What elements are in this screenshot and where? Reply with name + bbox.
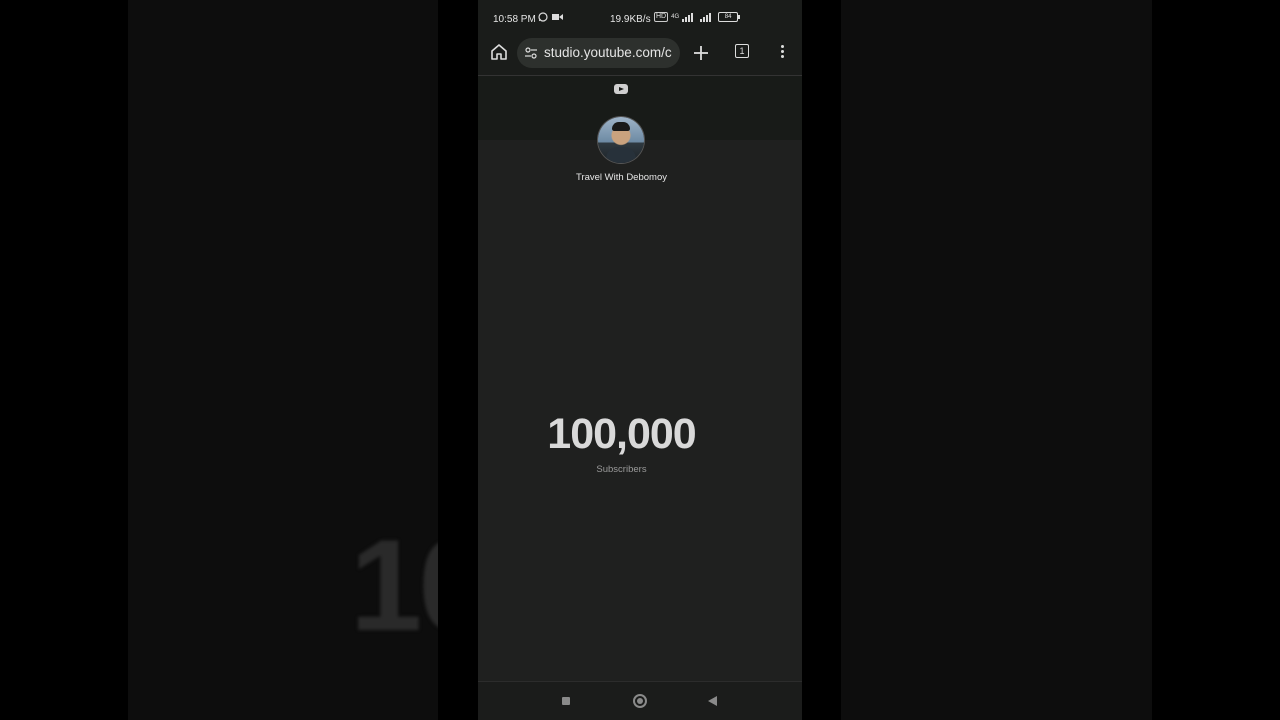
- volte-badge: HD: [654, 12, 669, 22]
- site-settings-icon[interactable]: [524, 46, 538, 60]
- status-bar: 10:58 PM 19.9KB/s HD 4G 84: [478, 0, 802, 36]
- youtube-icon: [614, 84, 628, 94]
- android-nav-bar: [478, 681, 802, 720]
- signal-icon-2: [700, 12, 712, 22]
- browser-toolbar: studio.youtube.com/c 1: [478, 36, 802, 76]
- battery-icon: 84: [718, 12, 741, 22]
- phone-screen: 10:58 PM 19.9KB/s HD 4G 84 studio.youtub…: [478, 0, 802, 720]
- status-time: 10:58 PM: [493, 14, 536, 25]
- tab-switcher-button[interactable]: 1: [735, 44, 749, 58]
- notification-icons: [538, 12, 563, 22]
- new-tab-button[interactable]: [691, 40, 711, 66]
- home-nav-button[interactable]: [633, 694, 647, 708]
- channel-name: Travel With Debomoy: [576, 172, 667, 183]
- background-ghost-text: 10: [350, 512, 438, 658]
- url-text: studio.youtube.com/c: [544, 45, 672, 60]
- plus-icon: [694, 46, 708, 60]
- video-camera-icon: [552, 14, 563, 20]
- back-button[interactable]: [708, 696, 717, 706]
- battery-level: 84: [724, 14, 732, 20]
- channel-avatar: [598, 117, 644, 163]
- whatsapp-icon: [538, 12, 548, 22]
- background-left-panel: 10: [128, 0, 438, 720]
- address-bar[interactable]: studio.youtube.com/c: [517, 38, 680, 68]
- network-speed: 19.9KB/s: [610, 14, 651, 25]
- home-button[interactable]: [488, 43, 510, 65]
- recents-button[interactable]: [562, 697, 570, 705]
- network-type-label: 4G: [671, 14, 680, 20]
- home-icon: [491, 44, 507, 60]
- subscriber-count: 100,000: [547, 410, 696, 458]
- signal-icon: [682, 12, 694, 22]
- subscriber-label: Subscribers: [596, 464, 647, 475]
- background-right-panel: [841, 0, 1152, 720]
- more-menu-icon[interactable]: [776, 43, 788, 63]
- system-indicators: HD 4G 84: [654, 12, 741, 22]
